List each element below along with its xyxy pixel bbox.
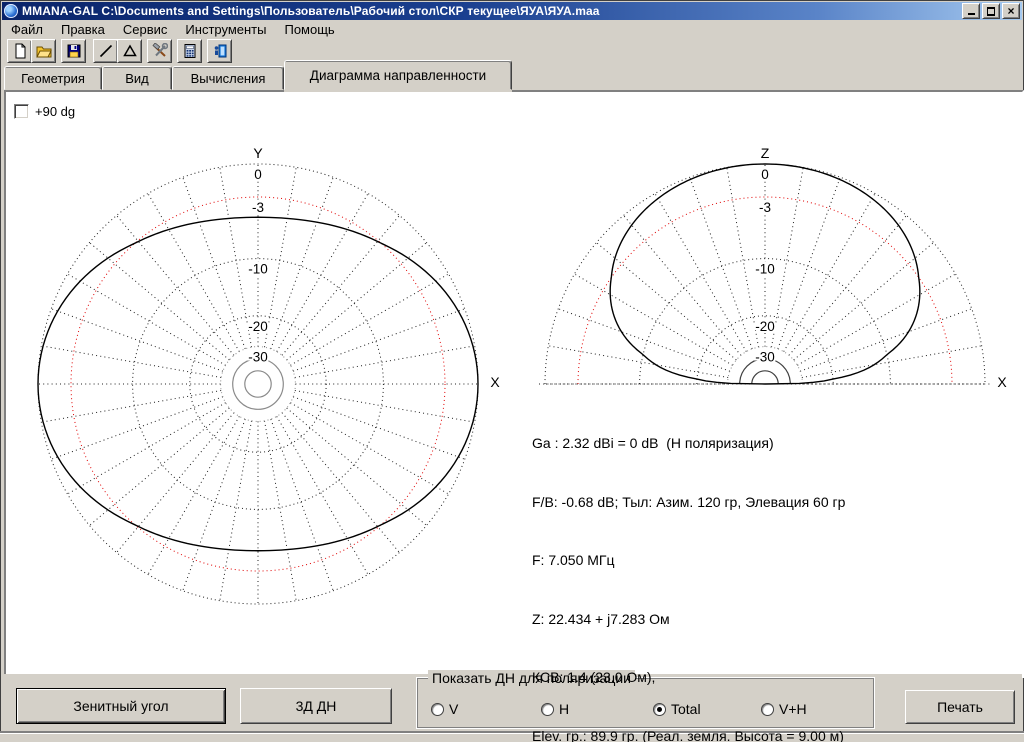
wire-edit-button[interactable] [93,39,118,63]
radio-v-label: V [449,701,458,717]
hammer-wrench-icon [152,43,168,59]
svg-text:-30: -30 [755,350,775,365]
tab-strip: Геометрия Вид Вычисления Диаграмма напра… [2,62,1022,90]
save-floppy-icon [66,43,82,59]
svg-text:0: 0 [761,167,769,182]
title-bar: MMANA-GAL C:\Documents and Settings\Поль… [2,2,1022,20]
plus90-label: +90 dg [35,104,75,119]
svg-text:X: X [997,374,1007,390]
new-file-button[interactable] [7,39,32,63]
minimize-icon [968,13,975,15]
menu-instruments[interactable]: Инструменты [176,21,275,38]
tools-button[interactable] [147,39,172,63]
exit-button[interactable] [207,39,232,63]
zenith-angle-button[interactable]: Зенитный угол [16,688,226,724]
new-document-icon [12,43,28,59]
radio-v[interactable]: V [431,701,458,717]
line-icon [98,43,114,59]
footer-bar: Зенитный угол 3Д ДН Показать ДН для поля… [2,674,1022,732]
mmana-gal-window: MMANA-GAL C:\Documents and Settings\Поль… [0,0,1024,742]
tab-geometry[interactable]: Геометрия [4,66,102,90]
svg-text:-3: -3 [759,200,771,215]
surface-edit-button[interactable] [117,39,142,63]
svg-text:X: X [490,374,500,390]
svg-text:-3: -3 [252,200,264,215]
info-frequency: F: 7.050 МГц [532,551,845,571]
tab-pattern[interactable]: Диаграмма направленности [284,60,512,90]
svg-text:-20: -20 [248,319,268,334]
app-globe-icon [4,4,18,18]
calculator-icon [182,43,198,59]
exit-door-icon [212,43,228,59]
close-button[interactable]: × [1002,3,1020,19]
azimuth-pattern: 0 -3 -10 -20 -30 Y X [38,145,500,604]
menu-help[interactable]: Помощь [275,21,343,38]
window-bottom-border [0,733,1024,742]
svg-text:-10: -10 [755,262,775,277]
polar-plots: 0 -3 -10 -20 -30 Y X 0 -3 -10 -20 -30 Z X [6,92,1018,672]
info-swr: КСВ: 1.4 (23.0 Ом), [532,668,845,688]
close-icon: × [1007,6,1014,16]
svg-text:Y: Y [253,145,263,161]
menu-service[interactable]: Сервис [114,21,177,38]
radio-v-circle[interactable] [431,703,444,716]
info-impedance: Z: 22.434 + j7.283 Ом [532,610,845,630]
save-file-button[interactable] [61,39,86,63]
pattern-panel: +90 dg 0 -3 -10 -20 -30 Y X 0 -3 -10 -20 -30 Z X Ga :… [4,90,1024,678]
calculate-button[interactable] [177,39,202,63]
svg-text:Z: Z [761,145,770,161]
info-fb: F/B: -0.68 dB; Тыл: Азим. 120 гр, Элевац… [532,493,845,513]
svg-text:-10: -10 [248,262,268,277]
restore-button[interactable] [982,3,1000,19]
result-info: Ga : 2.32 dBi = 0 dB (Н поляризация) F/B… [532,395,845,742]
menu-bar: Файл Правка Сервис Инструменты Помощь [2,20,1022,38]
open-folder-icon [36,43,52,59]
info-gain: Ga : 2.32 dBi = 0 dB (Н поляризация) [532,434,845,454]
svg-text:0: 0 [254,167,262,182]
toolbar [2,38,1022,63]
restore-icon [987,8,995,15]
open-file-button[interactable] [31,39,56,63]
plus90-checkbox[interactable] [14,104,29,119]
3d-pattern-button[interactable]: 3Д ДН [240,688,392,724]
tab-calculations[interactable]: Вычисления [172,66,284,90]
menu-edit[interactable]: Правка [52,21,114,38]
svg-text:-20: -20 [755,319,775,334]
triangle-icon [122,43,138,59]
svg-text:-30: -30 [248,350,268,365]
print-button[interactable]: Печать [905,690,1015,724]
info-elevation: Elev. гр.: 89.9 гр. (Реал. земля. Высота… [532,727,845,742]
menu-file[interactable]: Файл [2,21,52,38]
minimize-button[interactable] [962,3,980,19]
elevation-pattern: 0 -3 -10 -20 -30 Z X [539,145,1007,390]
tab-view[interactable]: Вид [102,66,172,90]
window-title: MMANA-GAL C:\Documents and Settings\Поль… [22,4,600,18]
